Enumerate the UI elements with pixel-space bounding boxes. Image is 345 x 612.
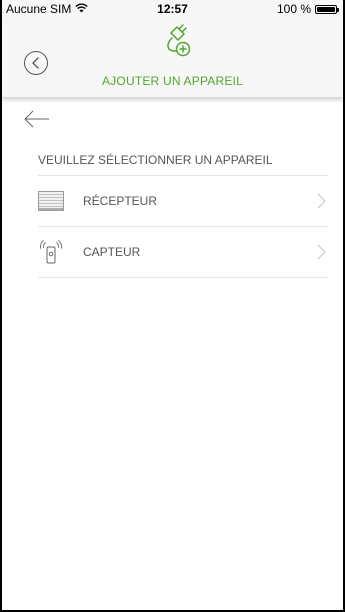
plug-add-icon <box>162 24 194 58</box>
chevron-right-icon <box>316 244 326 260</box>
arrow-left-icon[interactable] <box>24 110 50 128</box>
list-item-label: CAPTEUR <box>83 245 141 259</box>
app-header: AJOUTER UN APPAREIL <box>2 18 343 97</box>
app-screen: Aucune SIM 12:57 100 % AJOUTER UN APPARE… <box>0 0 345 612</box>
sensor-remote-icon <box>38 239 64 265</box>
status-bar: Aucune SIM 12:57 100 % <box>2 0 343 18</box>
status-right: 100 % <box>276 2 339 16</box>
battery-icon <box>315 4 339 14</box>
chevron-right-icon <box>316 193 326 209</box>
blind-receiver-icon <box>38 188 64 214</box>
list-item-label: RÉCEPTEUR <box>83 194 158 208</box>
circle-back-icon[interactable] <box>24 51 48 75</box>
section-label: VEUILLEZ SÉLECTIONNER UN APPAREIL <box>38 153 273 167</box>
list-item-capteur[interactable]: CAPTEUR <box>38 227 328 277</box>
divider <box>38 277 328 278</box>
battery-percent: 100 % <box>276 2 311 16</box>
page-title: AJOUTER UN APPAREIL <box>102 74 243 88</box>
list-item-recepteur[interactable]: RÉCEPTEUR <box>38 176 328 226</box>
